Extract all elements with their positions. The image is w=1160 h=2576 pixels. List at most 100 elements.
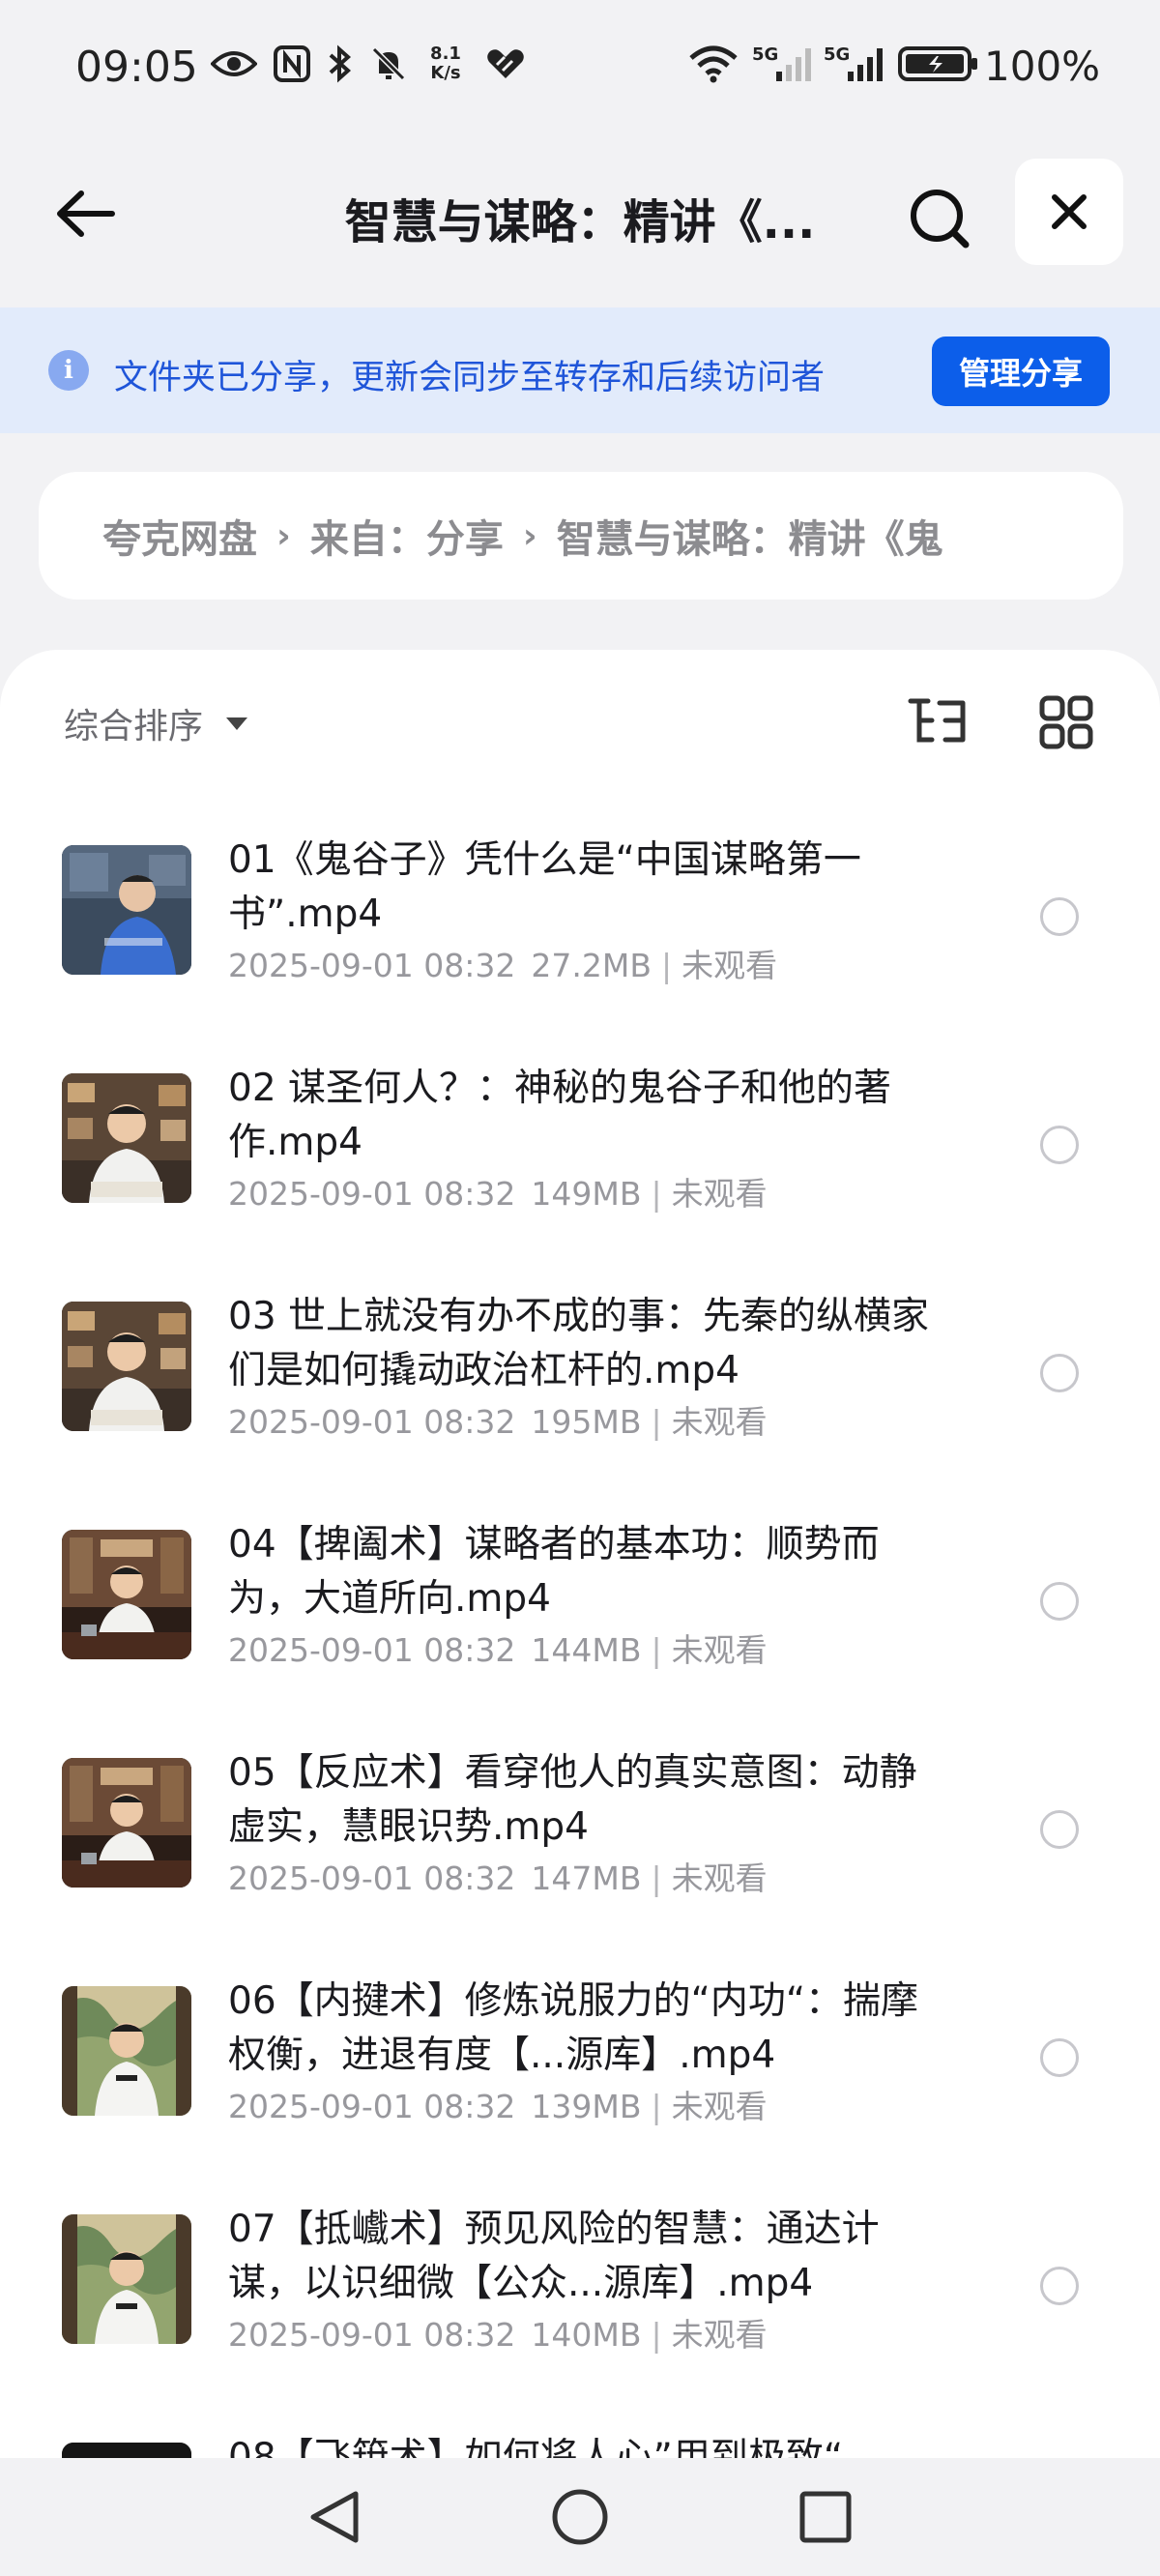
- meta-separator: |: [651, 1403, 662, 1441]
- file-row[interactable]: 02 谋圣何人？：神秘的鬼谷子和他的著作.mp4 2025-09-01 08:32…: [0, 1023, 1160, 1251]
- file-date: 2025-09-01 08:32: [228, 2316, 516, 2354]
- video-thumbnail: [62, 2443, 191, 2458]
- file-row[interactable]: 03 世上就没有办不成的事：先秦的纵横家们是如何撬动政治杠杆的.mp4 2025-…: [0, 1251, 1160, 1479]
- arrow-left-icon: [57, 190, 115, 237]
- file-date: 2025-09-01 08:32: [228, 1859, 516, 1897]
- file-name: 01《鬼谷子》凭什么是“中国谋略第一书”.mp4: [228, 838, 861, 936]
- file-date: 2025-09-01 08:32: [228, 1403, 516, 1441]
- select-radio[interactable]: [1040, 2038, 1079, 2077]
- status-time: 09:05: [75, 43, 198, 92]
- watch-status: 未观看: [671, 2088, 768, 2125]
- file-size: 27.2MB: [531, 947, 652, 984]
- file-row[interactable]: 04【捭阖术】谋略者的基本功：顺势而为，大道所向.mp4 2025-09-01 0…: [0, 1479, 1160, 1708]
- watch-status: 未观看: [671, 1859, 768, 1897]
- nav-recents-button[interactable]: [787, 2483, 864, 2551]
- status-bar: 09:05 8.1 K/s 5G 5G 100%: [0, 0, 1160, 145]
- file-row[interactable]: 06【内揵术】修炼说服力的“内功“：揣摩权衡，进退有度【...源库】.mp4 20…: [0, 1936, 1160, 2164]
- nfc-icon: [271, 44, 313, 83]
- file-meta: 2025-09-01 08:32 149MB | 未观看: [228, 1168, 768, 1215]
- file-name: 04【捭阖术】谋略者的基本功：顺势而为，大道所向.mp4: [228, 1523, 880, 1621]
- file-size: 149MB: [531, 1175, 642, 1213]
- file-name: 05【反应术】看穿他人的真实意图：动静虚实，慧眼识势.mp4: [228, 1751, 917, 1849]
- back-button[interactable]: [46, 180, 124, 248]
- meta-separator: |: [660, 947, 673, 984]
- meta-separator: |: [651, 1859, 662, 1897]
- file-row[interactable]: 08【飞箝术】如何将人心”用到极致“: [0, 2392, 1160, 2458]
- file-row[interactable]: 07【抵巇术】预见风险的智慧：通达计谋，以识细微【公众...源库】.mp4 202…: [0, 2164, 1160, 2392]
- signal-icon-2: [845, 44, 885, 83]
- eye-icon: [209, 44, 259, 83]
- circle-home-icon: [552, 2489, 608, 2545]
- select-radio[interactable]: [1040, 897, 1079, 936]
- share-banner: i 文件夹已分享，更新会同步至转存和后续访问者 管理分享: [0, 307, 1160, 433]
- file-date: 2025-09-01 08:32: [228, 2088, 516, 2125]
- video-thumbnail: [62, 1073, 191, 1203]
- meta-separator: |: [651, 2316, 662, 2354]
- file-date: 2025-09-01 08:32: [228, 1631, 516, 1669]
- file-row[interactable]: 05【反应术】看穿他人的真实意图：动静虚实，慧眼识势.mp4 2025-09-01…: [0, 1708, 1160, 1936]
- file-date: 2025-09-01 08:32: [228, 1175, 516, 1213]
- file-name: 07【抵巇术】预见风险的智慧：通达计谋，以识细微【公众...源库】.mp4: [228, 2208, 880, 2305]
- file-meta: 2025-09-01 08:32 140MB | 未观看: [228, 2309, 768, 2356]
- signal-icon: [773, 44, 814, 83]
- file-list: 01《鬼谷子》凭什么是“中国谋略第一书”.mp4 2025-09-01 08:32…: [0, 795, 1160, 2458]
- watch-status: 未观看: [671, 1631, 768, 1669]
- watch-status: 未观看: [671, 1175, 768, 1213]
- breadcrumb-separator: ›: [276, 515, 291, 556]
- file-size: 139MB: [531, 2088, 642, 2125]
- meta-separator: |: [651, 1175, 662, 1213]
- close-button[interactable]: [1015, 159, 1123, 265]
- wifi-icon: [686, 44, 740, 83]
- nav-home-button[interactable]: [541, 2483, 619, 2551]
- breadcrumb-separator: ›: [522, 515, 537, 556]
- heart-sync-icon: [483, 44, 528, 83]
- file-row[interactable]: 01《鬼谷子》凭什么是“中国谋略第一书”.mp4 2025-09-01 08:32…: [0, 795, 1160, 1023]
- file-size: 195MB: [531, 1403, 642, 1441]
- battery-icon: [897, 44, 980, 83]
- breadcrumb-item-share[interactable]: 来自：分享: [310, 508, 504, 564]
- file-meta: 2025-09-01 08:32 27.2MB | 未观看: [228, 940, 777, 986]
- page-title: 智慧与谋略：精讲《...: [344, 195, 816, 249]
- square-recents-icon: [799, 2491, 852, 2543]
- select-radio[interactable]: [1040, 1810, 1079, 1849]
- net-rate-value: 8.1: [430, 44, 461, 64]
- triangle-back-icon: [310, 2491, 359, 2543]
- tree-view-icon: [908, 698, 966, 743]
- video-thumbnail: [62, 1530, 191, 1659]
- sort-bar: 综合排序: [0, 650, 1160, 795]
- file-meta: 2025-09-01 08:32 144MB | 未观看: [228, 1625, 768, 1671]
- breadcrumb-item-current[interactable]: 智慧与谋略：精讲《鬼: [557, 508, 943, 564]
- sort-dropdown[interactable]: 综合排序: [64, 698, 248, 748]
- video-thumbnail: [62, 1986, 191, 2116]
- video-thumbnail: [62, 1758, 191, 1888]
- select-radio[interactable]: [1040, 2267, 1079, 2305]
- watch-status: 未观看: [671, 1403, 768, 1441]
- video-thumbnail: [62, 845, 191, 975]
- breadcrumb-item-root[interactable]: 夸克网盘: [102, 508, 257, 564]
- file-name: 03 世上就没有办不成的事：先秦的纵横家们是如何撬动政治杠杆的.mp4: [228, 1295, 930, 1392]
- file-name: 02 谋圣何人？：神秘的鬼谷子和他的著作.mp4: [228, 1067, 892, 1164]
- select-radio[interactable]: [1040, 1126, 1079, 1164]
- nav-back-button[interactable]: [296, 2483, 373, 2551]
- grid-view-button[interactable]: [1032, 688, 1100, 756]
- file-meta: 2025-09-01 08:32 139MB | 未观看: [228, 2081, 768, 2127]
- search-button[interactable]: [901, 180, 978, 257]
- share-banner-text: 文件夹已分享，更新会同步至转存和后续访问者: [114, 359, 826, 397]
- file-meta: 2025-09-01 08:32 195MB | 未观看: [228, 1396, 768, 1443]
- file-size: 147MB: [531, 1859, 642, 1897]
- manage-share-button[interactable]: 管理分享: [932, 337, 1110, 406]
- file-size: 140MB: [531, 2316, 642, 2354]
- select-radio[interactable]: [1040, 1582, 1079, 1621]
- video-thumbnail: [62, 2214, 191, 2344]
- file-name: 06【内揵术】修炼说服力的“内功“：揣摩权衡，进退有度【...源库】.mp4: [228, 1979, 919, 2077]
- tree-view-button[interactable]: [903, 688, 972, 756]
- select-radio[interactable]: [1040, 1354, 1079, 1392]
- info-icon: i: [48, 350, 89, 391]
- net-rate-unit: K/s: [430, 63, 461, 83]
- file-size: 144MB: [531, 1631, 642, 1669]
- file-meta: 2025-09-01 08:32 147MB | 未观看: [228, 1853, 768, 1899]
- close-icon: [1052, 194, 1087, 229]
- bluetooth-icon: [323, 44, 358, 83]
- header: 智慧与谋略：精讲《...: [0, 145, 1160, 280]
- battery-percent: 100%: [984, 43, 1101, 90]
